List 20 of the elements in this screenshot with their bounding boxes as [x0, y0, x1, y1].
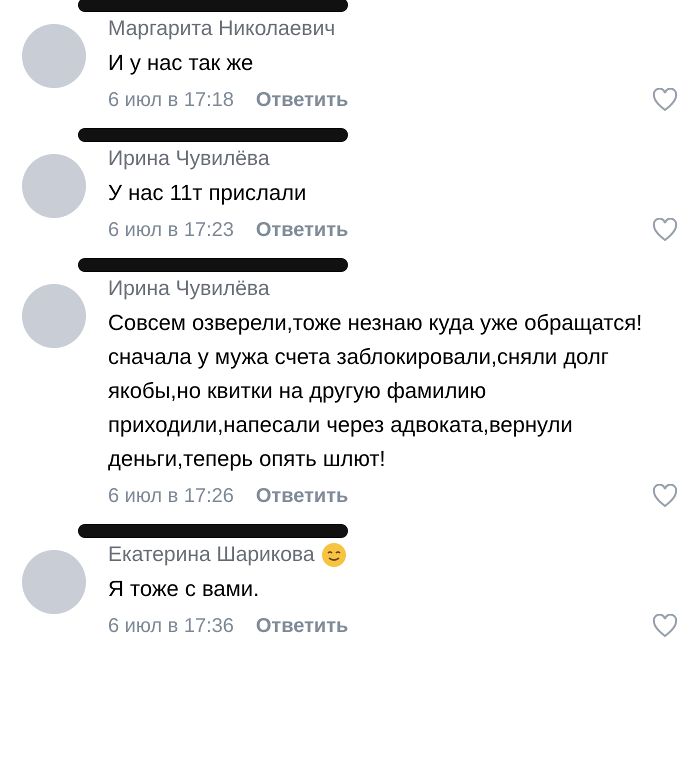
- like-icon[interactable]: [652, 614, 678, 638]
- comment-date: 6 июл в 17:26: [108, 484, 234, 508]
- comment-text: И у нас так же: [108, 49, 254, 77]
- comment-text: Я тоже с вами.: [108, 575, 260, 603]
- reply-link[interactable]: Ответить: [256, 218, 348, 242]
- comment-text: У нас 11т прислали: [108, 179, 308, 207]
- like-icon[interactable]: [652, 88, 678, 112]
- reply-link[interactable]: Ответить: [256, 88, 348, 112]
- author-name[interactable]: Ирина Чувилёва: [108, 147, 270, 171]
- like-icon[interactable]: [652, 218, 678, 242]
- author-name[interactable]: Екатерина Шарикова: [108, 543, 314, 567]
- reply-link[interactable]: Ответить: [256, 614, 348, 638]
- comment-date: 6 июл в 17:36: [108, 614, 234, 638]
- like-icon[interactable]: [652, 484, 678, 508]
- comment-date: 6 июл в 17:23: [108, 218, 234, 242]
- author-name[interactable]: Маргарита Николаевич: [108, 17, 336, 41]
- comment-date: 6 июл в 17:18: [108, 88, 234, 112]
- reply-link[interactable]: Ответить: [256, 484, 348, 508]
- author-name[interactable]: Ирина Чувилёва: [108, 277, 270, 301]
- comment-text: Совсем озверели,тоже незнаю куда уже обращатся!сначала у мужа счета заблокировали,сняли долг якобы,но квитки на другую фамилию приходили,напесали через адвоката,вернули деньги,теперь опять шлют!: [108, 309, 644, 473]
